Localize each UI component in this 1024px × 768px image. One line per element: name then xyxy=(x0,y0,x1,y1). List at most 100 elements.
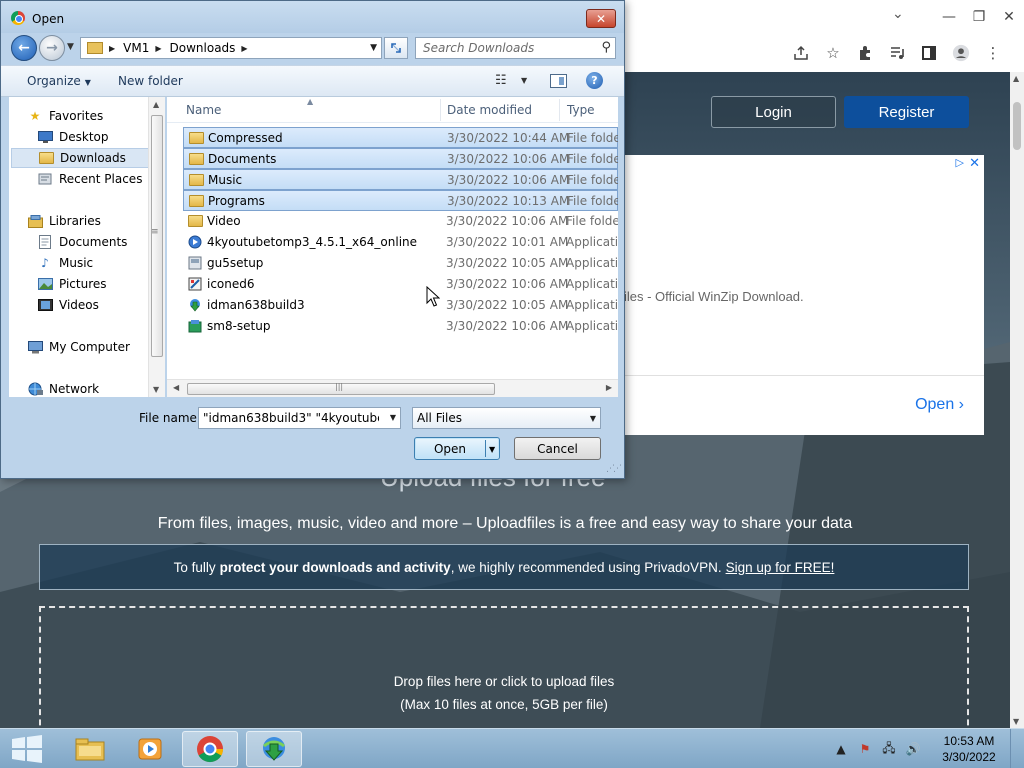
file-type: Applicatio xyxy=(566,277,618,291)
breadcrumb-vm1[interactable]: VM1 xyxy=(123,41,149,55)
file-row[interactable]: Documents 3/30/2022 10:06 AMFile folder xyxy=(183,148,618,169)
restore-button[interactable]: ❐ xyxy=(964,9,994,25)
nav-desktop[interactable]: Desktop xyxy=(37,127,164,147)
dialog-close-button[interactable]: ✕ xyxy=(586,9,616,28)
forward-button[interactable]: → xyxy=(39,35,65,61)
show-hidden-icons[interactable]: ▲ xyxy=(832,742,850,756)
file-row[interactable]: gu5setup 3/30/2022 10:05 AMApplicatio xyxy=(183,253,618,274)
ad-text[interactable]: iles - Official WinZip Download. xyxy=(624,289,804,304)
menu-icon[interactable]: ⋮ xyxy=(984,44,1002,62)
file-row[interactable]: idman638build3 3/30/2022 10:05 AM Applicat… xyxy=(183,295,618,316)
file-type-filter[interactable]: All Files ▼ xyxy=(412,407,601,429)
file-row[interactable]: sm8-setup 3/30/2022 10:06 AMApplicatio xyxy=(183,316,618,337)
nav-documents[interactable]: Documents xyxy=(37,232,164,252)
scroll-down-icon[interactable]: ▼ xyxy=(153,385,159,394)
preview-pane-icon[interactable] xyxy=(550,74,567,88)
page-scrollbar-thumb[interactable] xyxy=(1013,102,1021,150)
login-button[interactable]: Login xyxy=(711,96,836,128)
nav-network[interactable]: Network xyxy=(27,379,164,397)
scroll-right-icon[interactable]: ▶ xyxy=(606,383,612,392)
column-type[interactable]: Type xyxy=(567,103,595,117)
file-row[interactable]: Compressed 3/30/2022 10:44 AMFile folder xyxy=(183,127,618,148)
network-icon[interactable]: 🖧 xyxy=(880,739,898,760)
navigation-pane-scrollbar[interactable]: ▲ ≡ ▼ xyxy=(148,97,165,397)
address-dropdown-icon[interactable]: ▼ xyxy=(370,43,377,53)
column-divider[interactable] xyxy=(559,99,560,121)
scroll-up-icon[interactable]: ▲ xyxy=(1013,74,1019,83)
organize-menu[interactable]: Organize ▼ xyxy=(27,74,91,88)
file-row[interactable]: Video 3/30/2022 10:06 AMFile folder xyxy=(183,211,618,232)
file-row[interactable]: Programs 3/30/2022 10:13 AMFile folder xyxy=(183,190,618,211)
address-bar[interactable]: ▶ VM1 ▶ Downloads ▶ ▼ xyxy=(80,37,382,59)
open-options-dropdown-icon[interactable]: ▼ xyxy=(489,445,495,454)
start-button[interactable] xyxy=(6,732,48,766)
taskbar-explorer[interactable] xyxy=(62,731,118,767)
ad-close-icon[interactable]: ✕ xyxy=(969,156,980,171)
new-folder-button[interactable]: New folder xyxy=(118,74,183,88)
file-list-horizontal-scrollbar[interactable]: ◀ ||| ▶ xyxy=(167,379,618,397)
change-view-icon[interactable]: ☷ xyxy=(495,73,507,88)
nav-favorites[interactable]: ★ Favorites xyxy=(27,106,164,126)
nav-my-computer[interactable]: My Computer xyxy=(27,337,164,357)
register-button[interactable]: Register xyxy=(844,96,969,128)
breadcrumb-root-chevron-icon[interactable]: ▶ xyxy=(109,44,115,53)
share-icon[interactable] xyxy=(792,44,810,62)
page-scrollbar[interactable]: ▲ ▼ xyxy=(1010,72,1024,728)
help-icon[interactable]: ? xyxy=(586,72,603,89)
breadcrumb-chevron-icon[interactable]: ▶ xyxy=(155,44,161,53)
upload-drop-zone[interactable]: Drop files here or click to upload files… xyxy=(39,606,969,728)
ad-choices-icon[interactable]: ▷ xyxy=(956,156,964,169)
advertisement[interactable]: ▷ ✕ iles - Official WinZip Download. Ope… xyxy=(624,155,984,435)
file-row[interactable]: Music 3/30/2022 10:06 AMFile folder xyxy=(183,169,618,190)
taskbar-idm[interactable] xyxy=(246,731,302,767)
dialog-title: Open xyxy=(32,12,65,26)
download-manager-icon xyxy=(263,737,285,761)
taskbar-chrome[interactable] xyxy=(182,731,238,767)
ad-open-link[interactable]: Open › xyxy=(915,396,964,414)
resize-grip-icon[interactable]: ⋰⋰ xyxy=(606,464,622,474)
nav-music[interactable]: ♪ Music xyxy=(37,253,164,273)
file-row[interactable]: 4kyoutubetomp3_4.5.1_x64_online 3/30/2022… xyxy=(183,232,618,253)
show-desktop-button[interactable] xyxy=(1010,729,1024,768)
column-date-modified[interactable]: Date modified xyxy=(447,103,532,117)
scroll-left-icon[interactable]: ◀ xyxy=(173,383,179,392)
refresh-button[interactable] xyxy=(384,37,408,59)
scroll-up-icon[interactable]: ▲ xyxy=(153,100,159,109)
profile-icon[interactable] xyxy=(952,44,970,62)
media-icon[interactable] xyxy=(888,44,906,62)
scroll-down-icon[interactable]: ▼ xyxy=(1013,717,1019,726)
taskbar-clock[interactable]: 10:53 AM 3/30/2022 xyxy=(928,733,1010,765)
recent-locations-dropdown[interactable]: ▼ xyxy=(67,42,74,52)
file-row[interactable]: iconed6 3/30/2022 10:06 AMApplicatio xyxy=(183,274,618,295)
file-name-input[interactable] xyxy=(199,408,379,428)
volume-icon[interactable]: 🔊 xyxy=(904,742,922,756)
file-name-dropdown-icon[interactable]: ▼ xyxy=(390,413,396,422)
column-name[interactable]: Name xyxy=(186,103,221,117)
nav-pictures[interactable]: Pictures xyxy=(37,274,164,294)
nav-libraries[interactable]: Libraries xyxy=(27,211,164,231)
dialog-titlebar[interactable]: Open ✕ xyxy=(1,1,624,33)
search-input[interactable] xyxy=(416,38,594,58)
nav-videos[interactable]: Videos xyxy=(37,295,164,315)
view-options-dropdown[interactable]: ▼ xyxy=(521,76,527,85)
file-type-dropdown-icon[interactable]: ▼ xyxy=(590,414,596,423)
search-icon[interactable]: ⚲ xyxy=(601,40,611,55)
tab-search-icon[interactable]: ⌄ xyxy=(892,6,904,22)
file-date-modified: 3/30/2022 10:06 AM xyxy=(447,173,570,187)
cancel-button[interactable]: Cancel xyxy=(514,437,601,460)
nav-recent-places[interactable]: Recent Places xyxy=(37,169,164,189)
extensions-icon[interactable] xyxy=(856,44,874,62)
nav-downloads[interactable]: Downloads xyxy=(11,148,149,168)
close-browser-button[interactable]: ✕ xyxy=(994,9,1024,25)
open-button[interactable]: Open ▼ xyxy=(414,437,500,460)
taskbar-media-player[interactable] xyxy=(122,731,178,767)
vpn-signup-link[interactable]: Sign up for FREE! xyxy=(726,560,835,575)
breadcrumb-chevron-icon[interactable]: ▶ xyxy=(241,44,247,53)
minimize-button[interactable]: — xyxy=(934,9,964,25)
star-icon[interactable]: ☆ xyxy=(824,44,842,62)
back-button[interactable]: ← xyxy=(11,35,37,61)
column-divider[interactable] xyxy=(440,99,441,121)
action-center-flag-icon[interactable]: ⚑ xyxy=(856,742,874,756)
sidepanel-icon[interactable] xyxy=(920,44,938,62)
breadcrumb-downloads[interactable]: Downloads xyxy=(170,41,236,55)
